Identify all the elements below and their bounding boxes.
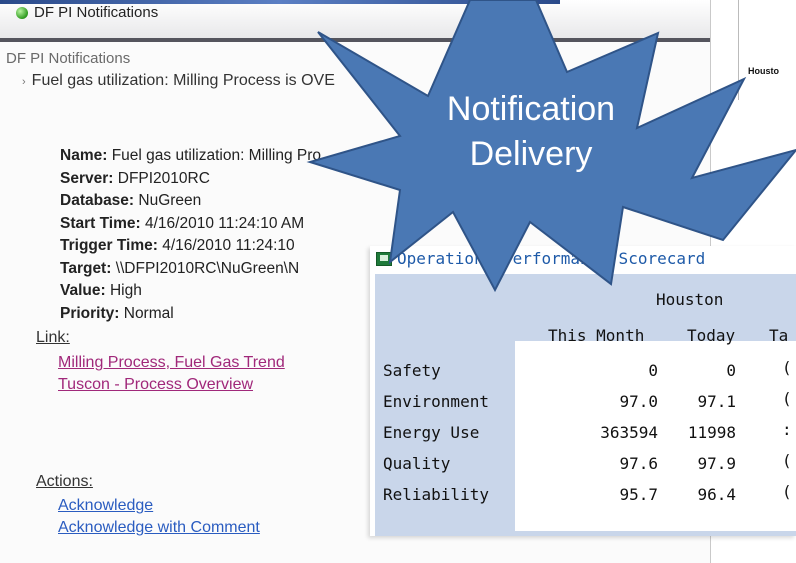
link-milling-process[interactable]: Milling Process, Fuel Gas Trend bbox=[58, 354, 285, 372]
row-environment-this-month: 97.0 bbox=[619, 392, 658, 411]
spreadsheet-icon bbox=[376, 252, 392, 266]
column-header-target: Ta bbox=[769, 326, 789, 345]
row-safety-today: 0 bbox=[726, 361, 736, 380]
window-titlebar[interactable]: DF PI Notifications bbox=[0, 0, 710, 40]
scorecard-panel: Operations Performance Scorecard Houston… bbox=[370, 246, 796, 536]
detail-server: Server: DFPI2010RC bbox=[60, 169, 210, 187]
column-header-today: Today bbox=[687, 326, 736, 345]
alert-row[interactable]: › Fuel gas utilization: Milling Process i… bbox=[22, 72, 335, 90]
row-quality-today: 97.9 bbox=[697, 454, 736, 473]
link-section-label: Link: bbox=[36, 329, 70, 346]
row-metric-energy-use: Energy Use bbox=[383, 423, 480, 442]
row-reliability-today: 96.4 bbox=[697, 485, 736, 504]
row-metric-reliability: Reliability bbox=[383, 485, 489, 504]
detail-database: Database: NuGreen bbox=[60, 192, 202, 209]
actions-section-label: Actions: bbox=[36, 473, 93, 490]
row-environment-today: 97.1 bbox=[697, 392, 736, 411]
row-energy-use-this-month: 363594 bbox=[600, 423, 658, 442]
column-header-this-month: This Month bbox=[548, 326, 645, 345]
row-metric-quality: Quality bbox=[383, 454, 451, 473]
row-safety-this-month: 0 bbox=[648, 361, 658, 380]
window-title: DF PI Notifications bbox=[34, 4, 159, 21]
scorecard-title[interactable]: Operations Performance Scorecard bbox=[397, 249, 705, 268]
group-header-houston: Houston bbox=[656, 290, 724, 309]
row-energy-use-extra: : bbox=[782, 420, 792, 439]
row-energy-use-today: 11998 bbox=[687, 423, 736, 442]
alert-summary: Fuel gas utilization: Milling Process is… bbox=[31, 72, 335, 89]
row-safety-extra: ( bbox=[782, 358, 792, 377]
titlebar-divider bbox=[0, 38, 710, 42]
row-quality-extra: ( bbox=[782, 451, 792, 470]
row-quality-this-month: 97.6 bbox=[619, 454, 658, 473]
row-reliability-extra: ( bbox=[782, 482, 792, 501]
detail-name: Name: Fuel gas utilization: Milling Pro bbox=[60, 147, 322, 164]
taskbar-strip bbox=[0, 0, 560, 4]
link-tuscon-overview[interactable]: Tuscon - Process Overview bbox=[58, 376, 253, 394]
status-dot-icon bbox=[16, 7, 28, 19]
row-reliability-this-month: 95.7 bbox=[619, 485, 658, 504]
detail-start-time: Start Time: 4/16/2010 11:24:10 AM bbox=[60, 214, 305, 232]
notification-details: Name: Fuel gas utilization: Milling Pro … bbox=[60, 145, 321, 325]
row-metric-environment: Environment bbox=[383, 392, 489, 411]
row-metric-safety: Safety bbox=[383, 361, 441, 380]
detail-target: Target: \\DFPI2010RC\NuGreen\N bbox=[60, 259, 300, 277]
detail-value: Value: High bbox=[60, 282, 142, 299]
map-panel: Housto bbox=[738, 0, 796, 100]
chevron-right-icon[interactable]: › bbox=[22, 76, 26, 88]
detail-trigger-time: Trigger Time: 4/16/2010 11:24:10 bbox=[60, 237, 295, 254]
map-label-houston: Housto bbox=[748, 66, 779, 76]
acknowledge-link[interactable]: Acknowledge bbox=[58, 497, 153, 515]
pane-header: DF PI Notifications bbox=[6, 50, 131, 67]
detail-priority: Priority: Normal bbox=[60, 304, 174, 322]
row-environment-extra: ( bbox=[782, 389, 792, 408]
acknowledge-with-comment-link[interactable]: Acknowledge with Comment bbox=[58, 519, 260, 537]
